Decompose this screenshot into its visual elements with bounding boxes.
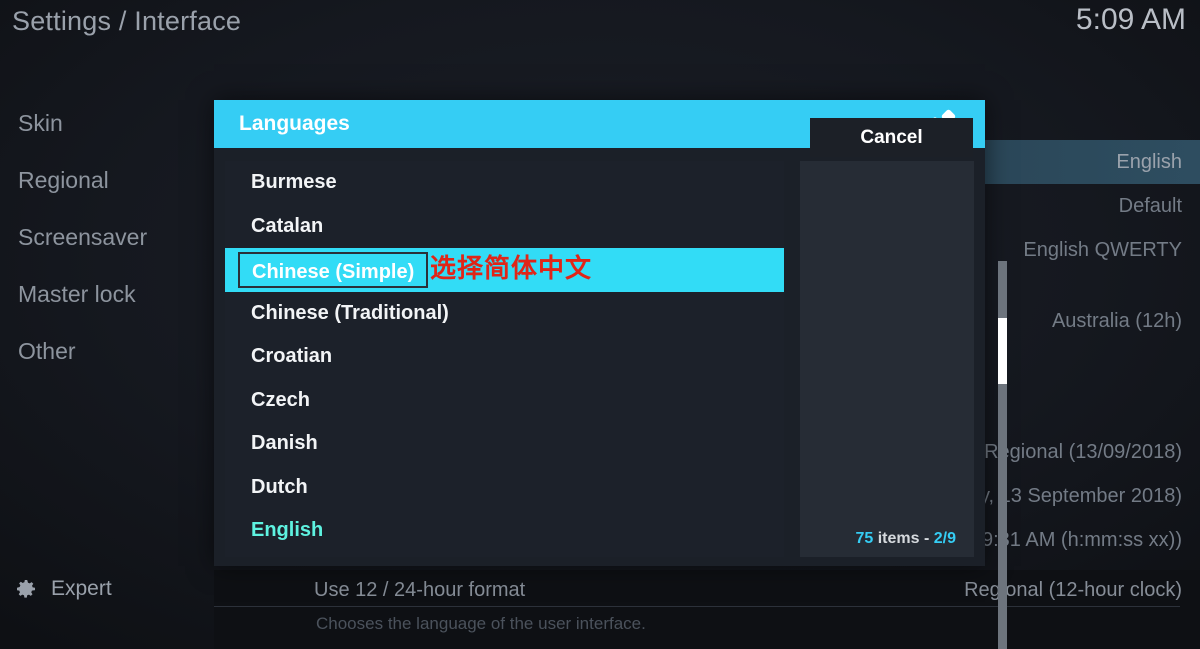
list-item-label: Chinese (Simple) [238, 252, 429, 288]
clock: 5:09 AM [1075, 3, 1186, 36]
category-list: Skin Regional Screensaver Master lock Ot… [0, 95, 214, 380]
annotation-text: 选择简体中文 [430, 254, 593, 284]
list-item-label: Danish [251, 432, 318, 454]
setting-value[interactable]: Regional (12-hour clock) [964, 579, 1182, 602]
dialog-side-panel: 75 items - 2/9 [800, 161, 974, 557]
setting-label[interactable]: Use 12 / 24-hour format [314, 579, 525, 602]
list-item-label: Czech [251, 388, 310, 411]
sidebar-item-screensaver[interactable]: Screensaver [0, 209, 214, 266]
list-item[interactable]: Dutch [225, 466, 784, 510]
settings-level-label: Expert [51, 577, 112, 600]
setting-description: Chooses the language of the user interfa… [316, 614, 646, 633]
list-item-label: Burmese [251, 171, 337, 193]
items-count-page: 2/9 [933, 530, 956, 547]
list-item[interactable]: Croatian [225, 335, 784, 379]
list-item-label: English [251, 519, 324, 541]
items-count: 75 items - 2/9 [855, 530, 956, 548]
settings-level-button[interactable]: Expert [14, 577, 112, 601]
cancel-button[interactable]: Cancel [810, 118, 973, 157]
dialog-title: Languages [239, 112, 350, 135]
sidebar-item-skin[interactable]: Skin [0, 95, 214, 152]
list-item-label: Croatian [251, 345, 333, 367]
list-item-label: Chinese (Traditional) [251, 301, 449, 324]
sidebar-item-master-lock[interactable]: Master lock [0, 266, 214, 323]
list-item[interactable]: Danish [225, 422, 784, 466]
kodi-settings-screen: Settings / Interface 5:09 AM Skin Region… [0, 0, 1200, 649]
divider [214, 606, 1180, 607]
list-item-selected[interactable]: Chinese (Simple) 选择简体中文 [225, 248, 784, 292]
list-item-label: Catalan [251, 214, 324, 237]
gear-icon [14, 577, 38, 601]
breadcrumb: Settings / Interface [12, 6, 242, 36]
dialog-body: Burmese Catalan Chinese (Simple) 选择简体中文 … [214, 148, 985, 566]
list-item-label: Dutch [251, 475, 308, 498]
list-item[interactable]: Chinese (Traditional) [225, 292, 784, 336]
items-count-total: 75 [855, 530, 874, 547]
list-item[interactable]: Burmese [225, 161, 784, 205]
languages-dialog: Languages Burmese Catalan Chinese (Simpl… [214, 100, 1007, 649]
list-item[interactable]: Catalan [225, 205, 784, 249]
list-item[interactable]: Czech [225, 379, 784, 423]
list-item-current[interactable]: English [225, 509, 784, 553]
list-scrollbar-thumb[interactable] [998, 318, 1007, 384]
sidebar-item-regional[interactable]: Regional [0, 152, 214, 209]
language-list[interactable]: Burmese Catalan Chinese (Simple) 选择简体中文 … [225, 161, 784, 557]
items-count-separator: items - [873, 530, 934, 547]
sidebar-item-other[interactable]: Other [0, 323, 214, 380]
bottom-setting-bar: Use 12 / 24-hour format Regional (12-hou… [214, 570, 1200, 649]
